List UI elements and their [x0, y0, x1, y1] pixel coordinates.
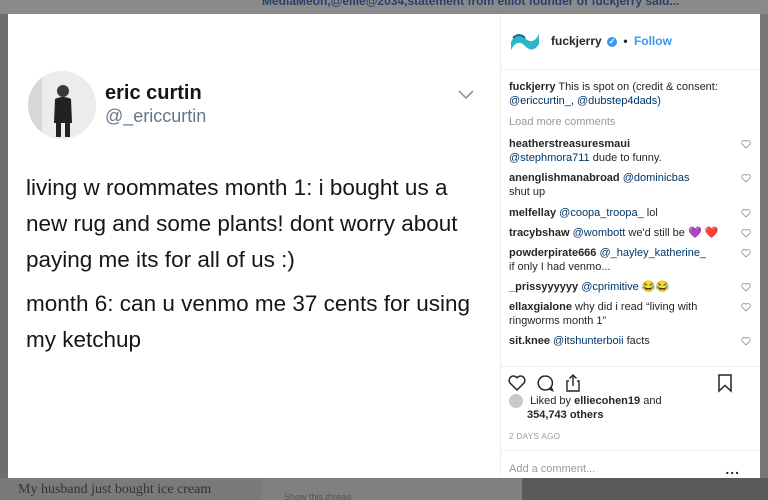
chevron-down-icon [458, 90, 474, 100]
tweet-paragraph-2: month 6: can u venmo me 37 cents for usi… [26, 291, 470, 352]
add-comment-bar: Add a comment... ... [501, 450, 760, 478]
comment-username[interactable]: anenglishmanabroad [509, 172, 620, 184]
post-caption: fuckjerry This is spot on (credit & cons… [509, 80, 745, 108]
follow-button[interactable]: Follow [634, 34, 672, 48]
verified-badge-icon: ✓ [607, 36, 618, 47]
comment-text: dude to funny. [592, 152, 662, 164]
comment-mention[interactable]: @stephmora711 [509, 152, 590, 164]
comment-username[interactable]: _prissyyyyyy [509, 281, 578, 293]
comment-icon[interactable] [535, 373, 555, 393]
like-comment-heart-icon[interactable] [741, 336, 751, 346]
like-comment-heart-icon[interactable] [741, 302, 751, 312]
comment-mention[interactable]: @dominicbas [623, 172, 690, 184]
likes-prefix: Liked by [530, 395, 572, 407]
like-comment-heart-icon[interactable] [741, 248, 751, 258]
like-comment-heart-icon[interactable] [741, 139, 751, 149]
caption-username[interactable]: fuckjerry [509, 81, 555, 93]
tweet-avatar [28, 71, 96, 139]
share-icon[interactable] [563, 373, 583, 393]
like-comment-heart-icon[interactable] [741, 208, 751, 218]
comment-username[interactable]: ellaxgialone [509, 301, 572, 313]
like-comment-heart-icon[interactable] [741, 228, 751, 238]
caption-mentions[interactable]: @ericcurtin_, @dubstep4dads) [509, 95, 661, 107]
like-comment-heart-icon[interactable] [741, 173, 751, 183]
background-bottom-left: My husband just bought ice cream [0, 478, 262, 500]
post-image[interactable]: eric curtin @_ericcurtin living w roomma… [8, 14, 501, 478]
like-comment-heart-icon[interactable] [741, 282, 751, 292]
heart-icon[interactable] [507, 373, 527, 393]
bookmark-icon[interactable] [715, 373, 735, 393]
comment-username[interactable]: powderpirate666 [509, 247, 596, 259]
tweet-paragraph-1: living w roommates month 1: i bought us … [26, 175, 458, 272]
comment-item: powderpirate666 @_hayley_katherine_ if o… [509, 246, 751, 274]
likes-and: and [643, 395, 662, 407]
comment-username[interactable]: sit.knee [509, 335, 550, 347]
comment-mention[interactable]: @cprimitive [581, 281, 639, 293]
background-right-edge [760, 14, 768, 478]
liker-avatar [509, 394, 523, 409]
background-show-thread-text: Show this thread [284, 492, 352, 500]
comment-item: sit.knee @itshunterboii facts [509, 334, 751, 348]
comment-username[interactable]: tracybshaw [509, 227, 570, 239]
comment-item: tracybshaw @wombott we'd still be 💜 ❤️ [509, 226, 751, 240]
likes-others-count[interactable]: 354,743 others [527, 409, 603, 421]
comment-item: melfellay @coopa_troopa_ lol [509, 206, 751, 220]
comments-list[interactable]: fuckjerry This is spot on (credit & cons… [509, 80, 751, 348]
tweet-text: living w roommates month 1: i bought us … [26, 170, 486, 358]
tweet-author-handle: @_ericcurtin [105, 106, 207, 126]
post-sidebar: fuckjerry ✓ • Follow fuckjerry This is s… [501, 14, 760, 478]
post-username[interactable]: fuckjerry [551, 34, 602, 48]
post-modal: eric curtin @_ericcurtin living w roomma… [8, 14, 760, 478]
comment-mention[interactable]: @coopa_troopa_ [559, 207, 644, 219]
post-date[interactable]: 2 DAYS AGO [509, 432, 560, 441]
comment-username[interactable]: heatherstreasuresmaui [509, 138, 630, 150]
likes-summary: Liked by elliecohen19 and 354,743 others [509, 394, 749, 422]
load-more-comments-button[interactable]: Load more comments [509, 116, 745, 128]
post-header: fuckjerry ✓ • Follow [501, 14, 760, 70]
comment-item: anenglishmanabroad @dominicbas shut up [509, 171, 751, 199]
background-page-header: MediaMeon,@ellie@2034,statement from ell… [0, 0, 768, 14]
comment-text: facts [626, 335, 650, 347]
background-bottom-right [522, 478, 768, 500]
comment-item: _prissyyyyyy @cprimitive 😂😂 [509, 280, 751, 294]
comment-item: heatherstreasuresmaui @stephmora711 dude… [509, 137, 751, 165]
comment-username[interactable]: melfellay [509, 207, 556, 219]
comment-text: lol [646, 207, 658, 219]
liker-username[interactable]: elliecohen19 [574, 395, 640, 407]
post-username-row: fuckjerry ✓ • Follow [551, 34, 672, 48]
add-comment-input[interactable]: Add a comment... [509, 463, 595, 475]
background-bottom-text: My husband just bought ice cream [18, 482, 212, 497]
comment-text: we'd still be 💜 ❤️ [628, 227, 719, 239]
background-bottom-mid: Show this thread [262, 478, 522, 500]
separator-dot: • [623, 34, 628, 48]
comment-text: 😂😂 [641, 281, 670, 293]
caption-text: This is spot on (credit & consent: [558, 81, 718, 93]
comment-mention[interactable]: @itshunterboii [553, 335, 623, 347]
comment-text: shut up [509, 186, 546, 198]
more-options-icon[interactable]: ... [725, 461, 740, 477]
background-header-text: MediaMeon,@ellie@2034,statement from ell… [262, 0, 680, 8]
comment-text: if only I had venmo... [509, 261, 611, 273]
comment-mention[interactable]: @_hayley_katherine_ [599, 247, 706, 259]
tweet-author-name: eric curtin [105, 82, 202, 104]
brand-logo-icon[interactable] [509, 28, 541, 56]
comment-mention[interactable]: @wombott [573, 227, 626, 239]
comment-item: ellaxgialone why did i read “living with… [509, 300, 751, 328]
